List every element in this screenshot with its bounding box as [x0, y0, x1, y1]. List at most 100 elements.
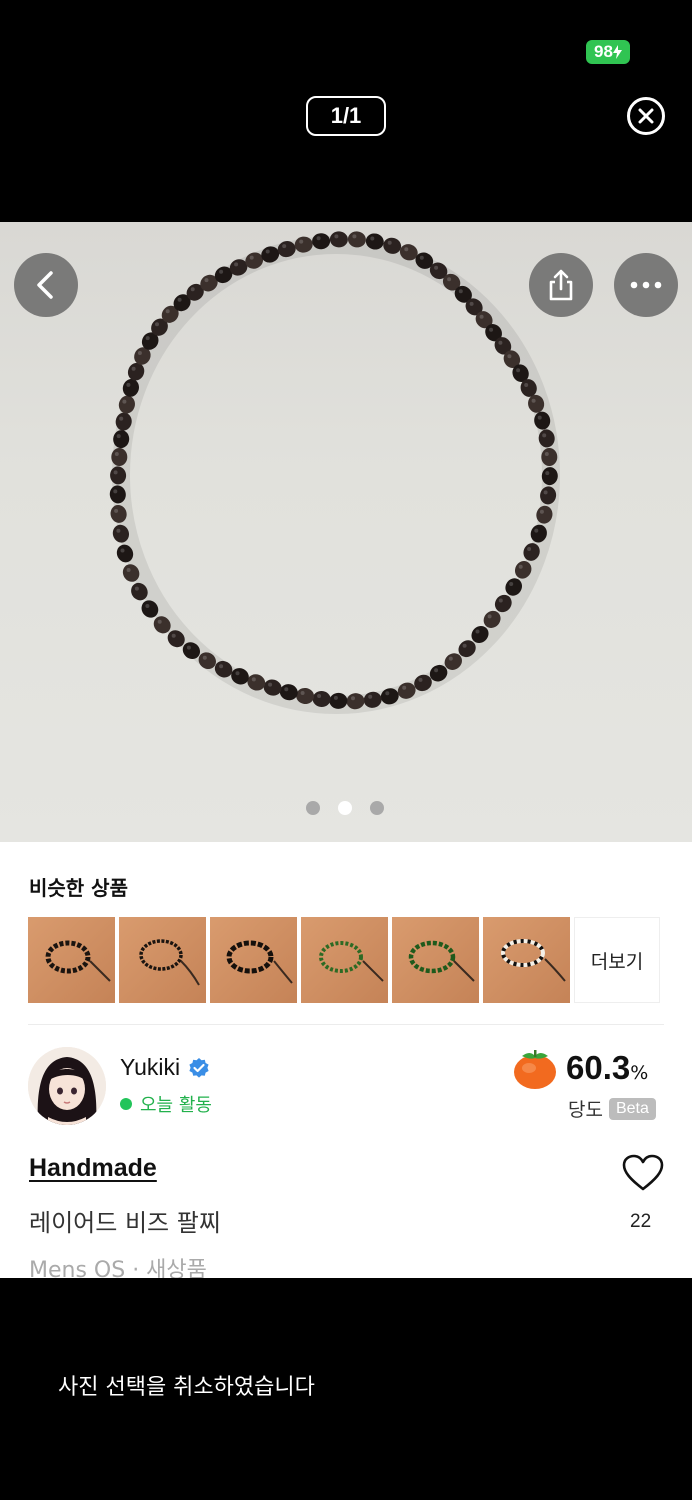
bead-highlight — [119, 416, 124, 421]
product-meta: Mens OS · 새상품 — [29, 1258, 207, 1278]
bead-highlight — [131, 366, 136, 371]
sweetness-label-row: 당도 Beta — [568, 1095, 656, 1122]
bead-highlight — [498, 598, 503, 603]
persimmon-icon — [514, 1050, 556, 1089]
seller-name: Yukiki — [120, 1054, 181, 1080]
similar-product-thumb[interactable] — [119, 917, 206, 1003]
close-viewer-button[interactable] — [627, 97, 665, 135]
bead — [111, 448, 128, 466]
bead-highlight — [204, 278, 209, 283]
bead-highlight — [282, 244, 287, 249]
close-icon — [638, 108, 654, 124]
sweetness-unit: % — [630, 1062, 649, 1084]
seller-name-row[interactable]: Yukiki — [120, 1054, 210, 1081]
like-button[interactable] — [622, 1154, 664, 1196]
bead-highlight — [234, 262, 239, 267]
toast-message: 사진 선택을 취소하였습니다 — [58, 1375, 315, 1400]
similar-products-list: 더보기 — [28, 917, 660, 1003]
bead-highlight — [265, 249, 270, 254]
bead-highlight — [475, 629, 480, 634]
bead-highlight — [418, 677, 423, 682]
bead-highlight — [368, 694, 373, 699]
bead-highlight — [524, 383, 529, 387]
brand-link[interactable]: Handmade — [29, 1154, 157, 1183]
seller-activity: 오늘 활동 — [120, 1091, 212, 1117]
bead-highlight — [316, 236, 321, 241]
bead-highlight — [114, 452, 119, 456]
more-options-button[interactable] — [614, 253, 678, 317]
bracelet-image — [109, 231, 560, 714]
sweetness-value: 60.3 — [566, 1049, 631, 1086]
image-viewer-header: 98 1/1 — [0, 0, 692, 222]
bead-highlight — [462, 643, 467, 648]
activity-label: 오늘 활동 — [140, 1095, 212, 1116]
bead-highlight — [165, 309, 170, 314]
bead-highlight — [122, 399, 127, 404]
bead-highlight — [387, 240, 392, 245]
bead — [541, 448, 558, 466]
charging-icon — [612, 45, 622, 59]
image-counter: 1/1 — [306, 96, 386, 136]
see-more-similar-button[interactable]: 더보기 — [574, 917, 660, 1003]
bead-highlight — [157, 619, 162, 624]
bead-highlight — [114, 508, 119, 513]
battery-indicator: 98 — [586, 40, 630, 64]
similar-product-thumb[interactable] — [210, 917, 297, 1003]
bead-highlight — [487, 614, 492, 619]
similar-product-thumb[interactable] — [28, 917, 115, 1003]
bead-highlight — [126, 568, 131, 572]
bead-highlight — [284, 687, 289, 692]
bead-highlight — [544, 452, 549, 456]
bead-highlight — [219, 269, 224, 274]
product-info-sheet: 비슷한 상품 더보기 Yukiki 오늘 활동 60.3 % 당도 Beta H… — [0, 842, 692, 1278]
bead-highlight — [447, 277, 452, 282]
bead-highlight — [539, 509, 544, 514]
bead-highlight — [235, 671, 240, 676]
bead-highlight — [385, 691, 390, 696]
bead-highlight — [137, 351, 142, 355]
bead-highlight — [145, 336, 150, 341]
heart-icon — [622, 1154, 664, 1191]
bead-highlight — [469, 301, 474, 306]
similar-product-thumb[interactable] — [483, 917, 570, 1003]
beta-badge: Beta — [608, 1097, 656, 1120]
bead-highlight — [402, 685, 407, 690]
avatar-illustration — [28, 1047, 106, 1125]
share-button[interactable] — [529, 253, 593, 317]
similar-products-title: 비슷한 상품 — [29, 876, 128, 900]
bead-highlight — [219, 664, 224, 669]
bead-highlight — [434, 265, 439, 270]
online-dot-icon — [120, 1098, 132, 1110]
product-photo[interactable] — [0, 222, 692, 842]
bead-highlight — [531, 398, 536, 403]
back-button[interactable] — [14, 253, 78, 317]
bead-highlight — [370, 236, 375, 241]
section-divider — [28, 1024, 664, 1025]
bead-highlight — [113, 470, 118, 475]
share-icon — [549, 269, 573, 301]
product-title: 레이어드 비즈 팔찌 — [29, 1209, 221, 1237]
bead-highlight — [134, 586, 139, 591]
page-dot — [306, 801, 320, 815]
bead-highlight — [419, 255, 424, 260]
bead-highlight — [251, 677, 256, 682]
bead-highlight — [334, 234, 339, 239]
sweetness-score[interactable]: 60.3 % — [512, 1046, 648, 1090]
bead-highlight — [113, 489, 118, 494]
seller-avatar[interactable] — [28, 1047, 106, 1125]
bead-highlight — [299, 239, 304, 244]
sweetness-label: 당도 — [568, 1099, 603, 1121]
bead-highlight — [120, 548, 125, 553]
similar-product-thumb[interactable] — [392, 917, 479, 1003]
bead-highlight — [404, 247, 409, 252]
similar-product-thumb[interactable] — [301, 917, 388, 1003]
bead-highlight — [479, 314, 484, 319]
ellipsis-icon — [630, 281, 662, 289]
bead-highlight — [509, 582, 514, 586]
bead-highlight — [518, 564, 523, 569]
bead-highlight — [542, 433, 547, 438]
bead-highlight — [145, 604, 150, 608]
bead-highlight — [268, 682, 273, 687]
page-dot-active — [338, 801, 352, 815]
bead-highlight — [516, 368, 521, 373]
